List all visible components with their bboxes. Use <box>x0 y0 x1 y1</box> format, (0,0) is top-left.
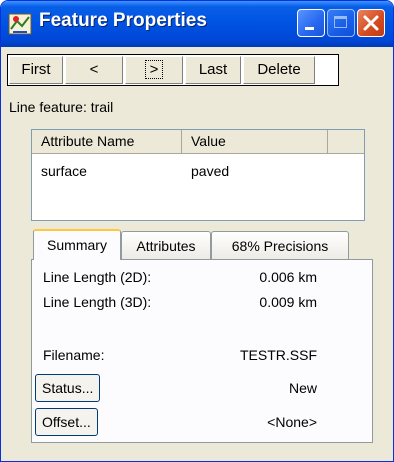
maximize-button[interactable] <box>327 9 355 37</box>
feature-properties-window: Feature Properties First < > Last Delete <box>0 0 394 462</box>
next-button-label: > <box>144 60 164 79</box>
tab-summary[interactable]: Summary <box>33 229 121 260</box>
map-icon <box>8 13 32 35</box>
close-button[interactable] <box>357 9 385 37</box>
previous-button-label: < <box>89 61 99 78</box>
column-header-attribute-name[interactable]: Attribute Name <box>32 130 182 154</box>
attributes-list-header: Attribute Name Value <box>32 130 364 154</box>
offset-button[interactable]: Offset... <box>35 408 98 436</box>
list-item[interactable]: surface paved <box>32 160 364 182</box>
minimize-icon <box>305 27 314 30</box>
line-length-3d-label: Line Length (3D): <box>43 294 152 310</box>
last-button-label: Last <box>198 61 228 78</box>
last-button[interactable]: Last <box>185 56 241 84</box>
record-navigation-bar: First < > Last Delete <box>7 54 339 86</box>
column-header-spacer <box>328 130 364 154</box>
delete-button[interactable]: Delete <box>243 56 315 84</box>
minimize-button[interactable] <box>297 9 325 37</box>
previous-button[interactable]: < <box>65 56 123 84</box>
attribute-name-cell: surface <box>41 163 87 179</box>
tab-attributes[interactable]: Attributes <box>121 231 211 259</box>
maximize-icon <box>334 16 347 28</box>
window-bottom-edge <box>1 449 393 461</box>
first-button[interactable]: First <box>9 56 63 84</box>
attributes-list[interactable]: Attribute Name Value surface paved <box>31 129 365 221</box>
status-value: New <box>288 380 317 396</box>
offset-value: <None> <box>267 414 317 430</box>
delete-button-label: Delete <box>257 61 301 78</box>
title-bar[interactable]: Feature Properties <box>1 1 393 47</box>
filename-label: Filename: <box>43 347 105 363</box>
filename-value: TESTR.SSF <box>239 347 317 363</box>
line-length-3d-value: 0.009 km <box>259 294 317 310</box>
line-length-2d-value: 0.006 km <box>259 269 317 285</box>
column-header-value[interactable]: Value <box>182 130 328 154</box>
attribute-value-cell: paved <box>191 163 230 179</box>
feature-type-label: Line feature: trail <box>9 99 114 115</box>
next-button[interactable]: > <box>125 56 183 84</box>
line-length-2d-label: Line Length (2D): <box>43 269 152 285</box>
window-title: Feature Properties <box>39 10 207 31</box>
status-button[interactable]: Status... <box>35 374 101 402</box>
first-button-label: First <box>21 61 51 78</box>
close-icon <box>363 15 379 31</box>
tab-precisions[interactable]: 68% Precisions <box>211 231 349 259</box>
